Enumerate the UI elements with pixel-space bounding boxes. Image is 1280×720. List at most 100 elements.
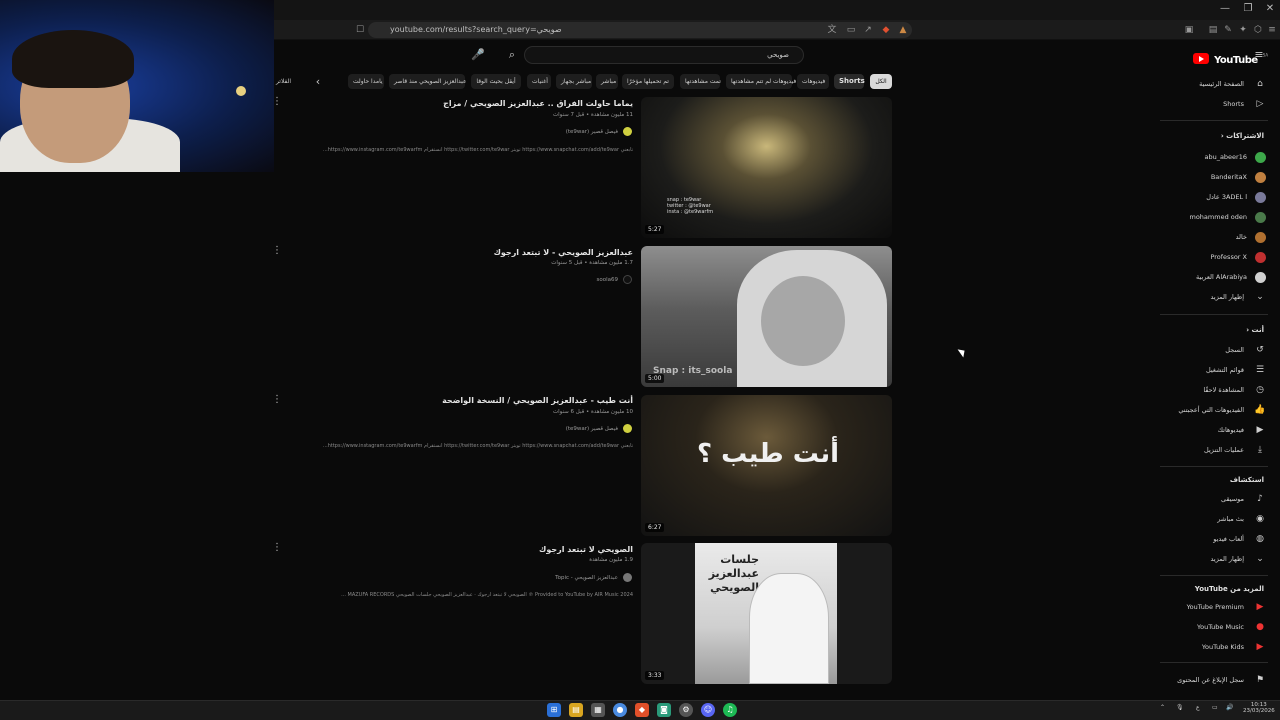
reader-icon[interactable]: ▭ [845, 24, 857, 36]
chip-unwatched[interactable]: فيديوهات لم تتم مشاهدتها [726, 74, 796, 89]
chip-videos[interactable]: فيديوهات [797, 74, 829, 89]
sidebar-item-label: 3ADEL l عادل [1206, 193, 1247, 201]
sidebar-sub-alarabiya[interactable]: AlArabiya العربية [1156, 268, 1266, 286]
chip-all[interactable]: الكل [870, 74, 892, 89]
sidebar-sub-banderitax[interactable]: BanderitaX [1156, 168, 1266, 186]
chip-live-device[interactable]: مباشر بجهاز [556, 74, 592, 89]
channel-avatar[interactable] [623, 573, 632, 582]
youtube-logo[interactable]: YouTube SA [1193, 48, 1268, 66]
more-options-icon[interactable]: ⋮ [272, 96, 282, 107]
channel-avatar[interactable] [623, 424, 632, 433]
chip-topic-b[interactable]: عبدالعزيز الصويحي منذ قاصر [389, 74, 467, 89]
sidebar-item-report-history[interactable]: ⚑ سجل الإبلاغ عن المحتوى [1156, 671, 1266, 689]
sidebar-item-music[interactable]: ♪ موسيقى [1156, 490, 1266, 508]
sidebar-toggle-icon[interactable]: ▣ [1183, 24, 1195, 36]
brave-icon[interactable]: ◆ [635, 703, 649, 717]
sidebar-sub-khaled[interactable]: خالد [1156, 228, 1266, 246]
tray-chevron-icon[interactable]: ⌃ [1160, 704, 1165, 711]
video-title[interactable]: يماما حاولت الفراق .. عبدالعزيز الصويحي … [443, 99, 633, 108]
more-options-icon[interactable]: ⋮ [272, 245, 282, 256]
channel-name[interactable]: soola69 [597, 277, 619, 283]
brave-shield-icon[interactable]: ◆ [880, 24, 892, 36]
sidebar-item-your-videos[interactable]: ▶ فيديوهاتك [1156, 421, 1266, 439]
more-options-icon[interactable]: ⋮ [272, 542, 282, 553]
menu-icon[interactable]: ≡ [1266, 24, 1278, 36]
settings-icon[interactable]: ⚙ [679, 703, 693, 717]
chip-topic-c[interactable]: يامدا حاولت [348, 74, 384, 89]
video-title[interactable]: أنت طيب - عبدالعزيز الصويحي / النسخة الو… [442, 396, 633, 405]
network-icon[interactable]: ▭ [1212, 704, 1218, 711]
sidebar-item-label: YouTube Music [1197, 623, 1244, 631]
sidebar-item-home[interactable]: ⌂ الصفحة الرئيسية [1156, 75, 1266, 93]
sidebar-item-youtube-premium[interactable]: ▶ YouTube Premium [1156, 598, 1266, 616]
you-heading[interactable]: أنت ‹ [1246, 326, 1264, 334]
sidebar-sub-professor-x[interactable]: Professor X [1156, 248, 1266, 266]
store-icon[interactable]: ▦ [591, 703, 605, 717]
video-thumbnail[interactable]: Snap : its_soola 5:00 [641, 246, 892, 387]
sidebar-item-liked[interactable]: 👍 الفيديوهات التي أعجبتني [1156, 401, 1266, 419]
sidebar-item-youtube-kids[interactable]: ▶ YouTube Kids [1156, 638, 1266, 656]
search-icon[interactable]: ⌕ [505, 48, 519, 62]
video-title[interactable]: الصويحي لا تبتعد ارجوك [539, 545, 633, 554]
youtube-music-icon: ● [1256, 622, 1264, 632]
share-icon[interactable]: ↗ [862, 24, 874, 36]
sidebar-item-history[interactable]: ↺ السجل [1156, 341, 1266, 359]
spotify-icon[interactable]: ♫ [723, 703, 737, 717]
sidebar-item-live[interactable]: ◉ بث مباشر [1156, 510, 1266, 528]
channel-avatar[interactable] [623, 275, 632, 284]
search-input[interactable]: صويحي [524, 46, 804, 64]
channel-name[interactable]: عبدالعزيز الصويحي - Topic [555, 575, 618, 581]
sidebar-sub-abu-abeer16[interactable]: abu_abeer16 [1156, 148, 1266, 166]
video-description: Provided to YouTube by AIR Music 2024 ℗ … [341, 592, 633, 598]
keyboard-language[interactable]: ع [1196, 704, 1200, 711]
clock[interactable]: 10:13 23/03/2026 [1243, 702, 1275, 714]
filters-button[interactable]: الفلاتر [276, 78, 291, 85]
windows-start-icon[interactable]: ⊞ [547, 703, 561, 717]
rewards-icon[interactable]: ▲ [897, 24, 909, 36]
chip-songs[interactable]: أغنيات [527, 74, 551, 89]
maximize-button[interactable]: ❐ [1237, 3, 1259, 14]
sidebar-item-downloads[interactable]: ⤓ عمليات التنزيل [1156, 441, 1266, 459]
sidebar-item-gaming[interactable]: ◍ ألعاب فيديو [1156, 530, 1266, 548]
mic-icon[interactable]: 🎤 [471, 48, 485, 62]
chip-live[interactable]: مباشر [596, 74, 618, 89]
channel-name[interactable]: فيصل قصير (te9war) [566, 129, 618, 135]
video-title[interactable]: عبدالعزيز الصويحي - لا تبتعد ارجوك [494, 248, 633, 257]
chip-recent[interactable]: تم تحميلها مؤخرًا [622, 74, 674, 89]
channel-name[interactable]: فيصل قصير (te9war) [566, 426, 618, 432]
sidebar-item-shorts[interactable]: ▷ Shorts [1156, 95, 1266, 113]
sidebar-item-youtube-music[interactable]: ● YouTube Music [1156, 618, 1266, 636]
channel-avatar[interactable] [623, 127, 632, 136]
sidebar-sub-mohammed-oden[interactable]: mohammed oden [1156, 208, 1266, 226]
vpn-icon[interactable]: ⬡ [1252, 24, 1264, 36]
more-options-icon[interactable]: ⋮ [272, 394, 282, 405]
file-explorer-icon[interactable]: ▤ [569, 703, 583, 717]
subscriptions-heading[interactable]: الاشتراكات ‹ [1221, 132, 1264, 140]
sidebar-show-more-explore[interactable]: ⌄ إظهار المزيد [1156, 550, 1266, 568]
chip-watched[interactable]: تمت مشاهدتها [680, 74, 721, 89]
close-window-button[interactable]: ✕ [1259, 3, 1280, 14]
sidebar-sub-3adel[interactable]: 3ADEL l عادل [1156, 188, 1266, 206]
tray-mic-icon[interactable]: 🎙 [1176, 704, 1184, 711]
chip-topic-a[interactable]: أيقل بحيث الوقا [471, 74, 521, 89]
volume-icon[interactable]: 🔊 [1226, 704, 1233, 711]
sidebar-item-playlists[interactable]: ☰ قوائم التشغيل [1156, 361, 1266, 379]
chrome-icon[interactable]: ● [613, 703, 627, 717]
chevron-left-icon[interactable]: ‹ [311, 75, 325, 89]
video-thumbnail[interactable]: أنت طيب ؟ 6:27 [641, 395, 892, 536]
translate-icon[interactable]: 文 [826, 24, 838, 36]
minimize-button[interactable]: — [1214, 3, 1236, 14]
extensions-icon[interactable]: ✎ [1222, 24, 1234, 36]
video-thumbnail[interactable]: snap : te9war twitter : @te9war insta : … [641, 97, 892, 238]
duration-badge: 5:27 [645, 225, 665, 234]
sidebar-show-more-subs[interactable]: ⌄ إظهار المزيد [1156, 288, 1266, 306]
discord-icon[interactable]: ☺ [701, 703, 715, 717]
app-icon[interactable]: ◙ [657, 703, 671, 717]
sidebar-item-label: abu_abeer16 [1204, 153, 1247, 161]
bookmark-icon[interactable]: ☐ [354, 24, 366, 36]
sidebar-item-watch-later[interactable]: ◷ المشاهدة لاحقًا [1156, 381, 1266, 399]
puzzle-icon[interactable]: ✦ [1237, 24, 1249, 36]
chip-shorts[interactable]: Shorts [834, 74, 865, 89]
wallet-icon[interactable]: ▤ [1207, 24, 1219, 36]
video-thumbnail[interactable]: جلسات عبدالعزيز الصويحي 3:33 [641, 543, 892, 684]
